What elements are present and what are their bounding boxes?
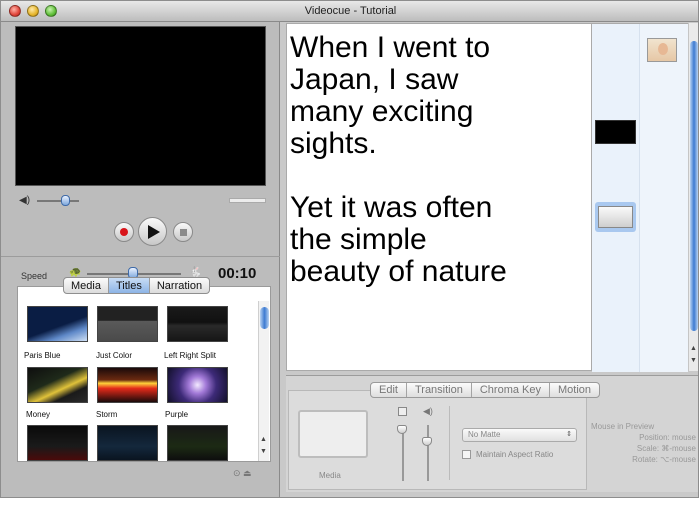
title-tile-label: Purple <box>165 410 189 419</box>
script-line: sights. <box>290 127 377 160</box>
browser-action-icons[interactable]: ⊙ ⏏ <box>233 468 252 479</box>
scroll-down-icon[interactable]: ▼ <box>690 357 697 364</box>
media-cue-thumbnail[interactable] <box>647 38 677 62</box>
titles-scrollbar[interactable]: ▲ ▼ <box>258 301 269 461</box>
mouse-help-title: Mouse in Preview <box>591 422 655 431</box>
tab-transition[interactable]: Transition <box>407 383 472 397</box>
title-tile-label: Left Right Split <box>164 351 217 360</box>
title-tile-label: Storm <box>96 410 118 419</box>
cue-column-media <box>639 24 688 372</box>
play-icon <box>148 224 160 239</box>
stop-button[interactable] <box>173 222 193 242</box>
matte-select-value: No Matte <box>468 430 501 439</box>
opacity-icon <box>398 407 407 416</box>
script-line: Japan, I saw <box>290 63 459 96</box>
speaker-icon: ◀) <box>423 406 433 416</box>
scroll-up-icon[interactable]: ▲ <box>690 345 697 352</box>
scrollbar-thumb[interactable] <box>690 41 698 331</box>
tab-media[interactable]: Media <box>64 278 109 293</box>
stop-icon <box>179 228 187 236</box>
playback-progress <box>229 198 266 203</box>
volume-slider-vertical[interactable] <box>427 425 429 481</box>
inspector-tabs: Edit Transition Chroma Key Motion <box>370 382 601 398</box>
record-icon <box>120 228 128 236</box>
title-cue-thumbnail <box>598 206 633 228</box>
tab-chroma-key[interactable]: Chroma Key <box>472 383 550 397</box>
person-image <box>658 43 668 55</box>
maintain-aspect-label: Maintain Aspect Ratio <box>476 450 554 459</box>
record-button[interactable] <box>114 222 134 242</box>
tab-narration[interactable]: Narration <box>150 278 209 293</box>
title-tile-left-right-split[interactable] <box>167 306 228 342</box>
title-tile-label: Just Color <box>96 351 133 360</box>
speaker-icon: ◀) <box>19 195 31 206</box>
title-cue-black[interactable] <box>595 120 636 144</box>
play-button[interactable] <box>138 217 167 246</box>
title-tile-just-color[interactable] <box>97 306 158 342</box>
mouse-help: Mouse in Preview Position: mouse Scale: … <box>591 421 696 465</box>
media-well[interactable] <box>298 410 368 458</box>
tab-titles[interactable]: Titles <box>108 278 150 293</box>
title-cue-selected[interactable] <box>595 202 636 232</box>
title-tile-purple[interactable] <box>167 367 228 403</box>
window-title: Videocue - Tutorial <box>304 5 397 17</box>
volume-slider[interactable] <box>37 200 79 202</box>
volume-slider-knob[interactable] <box>61 195 70 206</box>
titles-browser: Paris Blue Just Color Left Right Split M… <box>17 286 271 462</box>
title-tile-money[interactable] <box>27 367 88 403</box>
title-tile-label: Money <box>26 410 51 419</box>
matte-select[interactable]: No Matte ⇕ <box>462 428 577 442</box>
chevron-updown-icon: ⇕ <box>566 431 572 438</box>
cue-strip <box>592 23 688 372</box>
scroll-down-icon[interactable]: ▼ <box>260 448 267 455</box>
script-line: the simple <box>290 223 427 256</box>
video-preview[interactable] <box>15 26 266 186</box>
mouse-help-line: Position: mouse <box>639 433 696 442</box>
cue-column-titles <box>592 24 639 372</box>
mouse-help-line: Scale: ⌘-mouse <box>636 444 696 453</box>
script-line: When I went to <box>290 31 491 64</box>
script-line: beauty of nature <box>290 255 507 288</box>
script-editor[interactable]: When I went to Japan, I saw many excitin… <box>286 23 592 371</box>
tab-edit[interactable]: Edit <box>371 383 407 397</box>
divider <box>1 256 280 257</box>
title-tile[interactable] <box>27 425 88 461</box>
divider <box>449 406 450 480</box>
time-display: 00:10 <box>218 265 257 282</box>
cue-strip-scrollbar[interactable]: ▲ ▼ <box>688 23 698 371</box>
script-line: many exciting <box>290 95 474 128</box>
media-tabs: Media Titles Narration <box>63 277 211 294</box>
app-window: Videocue - Tutorial ◀) Speed 🐢 🐇 00:10 M… <box>0 0 699 498</box>
media-well-label: Media <box>319 471 341 480</box>
title-bar: Videocue - Tutorial <box>1 1 698 22</box>
title-tile-paris-blue[interactable] <box>27 306 88 342</box>
scroll-up-icon[interactable]: ▲ <box>260 436 267 443</box>
title-tile-label: Paris Blue <box>24 351 61 360</box>
mouse-help-line: Rotate: ⌥-mouse <box>632 455 696 464</box>
speed-label: Speed <box>21 271 48 281</box>
script-line: Yet it was often <box>290 191 493 224</box>
tab-motion[interactable]: Motion <box>550 383 599 397</box>
title-tile[interactable] <box>167 425 228 461</box>
title-tile-storm[interactable] <box>97 367 158 403</box>
maintain-aspect-checkbox[interactable] <box>462 450 471 459</box>
title-tile[interactable] <box>97 425 158 461</box>
scrollbar-thumb[interactable] <box>260 307 269 329</box>
